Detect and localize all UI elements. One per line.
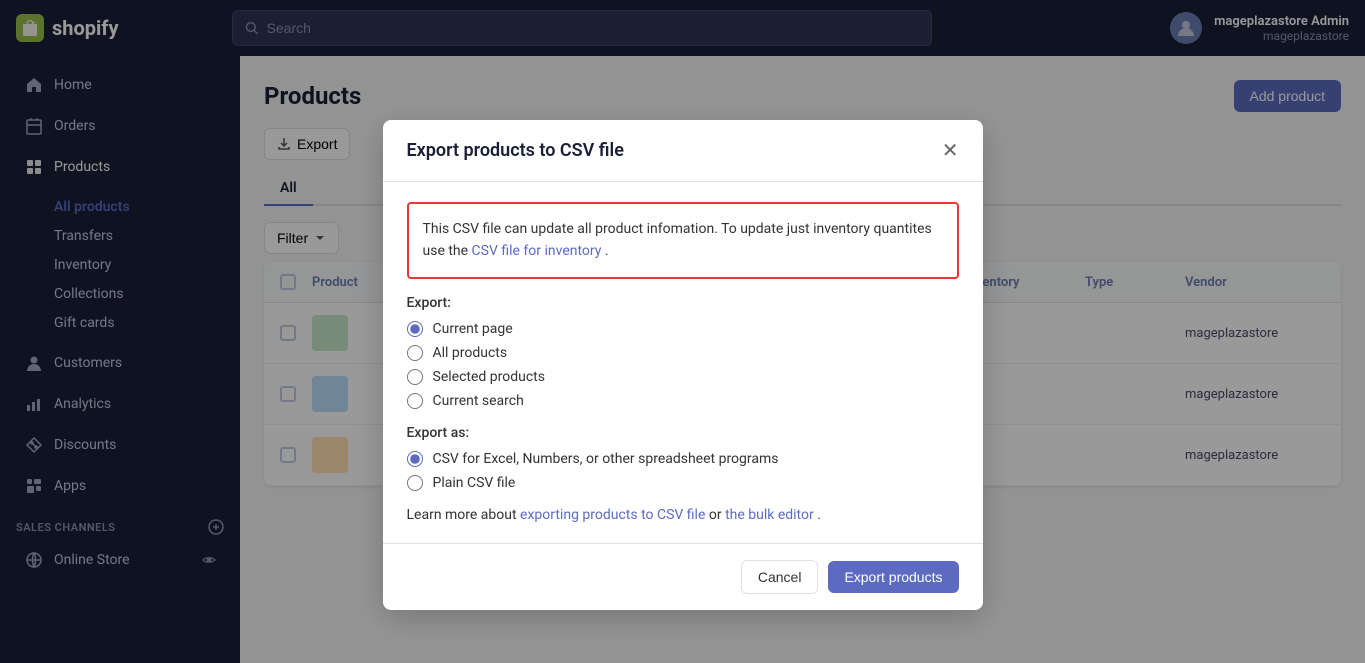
radio-current-search[interactable] bbox=[407, 393, 423, 409]
export-format-plain-csv-label: Plain CSV file bbox=[433, 475, 516, 491]
export-format-csv-excel[interactable]: CSV for Excel, Numbers, or other spreads… bbox=[407, 451, 959, 467]
modal-close-button[interactable]: ✕ bbox=[942, 141, 959, 161]
cancel-button[interactable]: Cancel bbox=[741, 560, 819, 594]
export-option-current-page[interactable]: Current page bbox=[407, 321, 959, 337]
export-scope-section: Export: Current page All products Select… bbox=[407, 295, 959, 409]
radio-all-products[interactable] bbox=[407, 345, 423, 361]
export-format-radio-group: CSV for Excel, Numbers, or other spreads… bbox=[407, 451, 959, 491]
modal-title: Export products to CSV file bbox=[407, 140, 624, 161]
radio-plain-csv[interactable] bbox=[407, 475, 423, 491]
radio-csv-excel[interactable] bbox=[407, 451, 423, 467]
export-products-button[interactable]: Export products bbox=[828, 561, 958, 593]
learn-more-export-link[interactable]: exporting products to CSV file bbox=[520, 507, 705, 523]
export-modal: Export products to CSV file ✕ This CSV f… bbox=[383, 120, 983, 610]
modal-header: Export products to CSV file ✕ bbox=[383, 120, 983, 182]
export-option-selected-products-label: Selected products bbox=[433, 369, 545, 385]
info-box: This CSV file can update all product inf… bbox=[407, 202, 959, 279]
radio-selected-products[interactable] bbox=[407, 369, 423, 385]
export-option-current-search-label: Current search bbox=[433, 393, 524, 409]
export-option-current-page-label: Current page bbox=[433, 321, 513, 337]
modal-overlay[interactable]: Export products to CSV file ✕ This CSV f… bbox=[0, 0, 1365, 663]
modal-footer: Cancel Export products bbox=[383, 543, 983, 610]
modal-body: This CSV file can update all product inf… bbox=[383, 182, 983, 543]
info-suffix: . bbox=[605, 243, 609, 259]
export-option-current-search[interactable]: Current search bbox=[407, 393, 959, 409]
export-option-all-products[interactable]: All products bbox=[407, 345, 959, 361]
export-format-plain-csv[interactable]: Plain CSV file bbox=[407, 475, 959, 491]
radio-current-page[interactable] bbox=[407, 321, 423, 337]
export-option-selected-products[interactable]: Selected products bbox=[407, 369, 959, 385]
export-option-all-products-label: All products bbox=[433, 345, 508, 361]
learn-more-bulk-editor-link[interactable]: the bulk editor bbox=[725, 507, 814, 523]
learn-more: Learn more about exporting products to C… bbox=[407, 507, 959, 523]
export-format-section: Export as: CSV for Excel, Numbers, or ot… bbox=[407, 425, 959, 491]
export-scope-radio-group: Current page All products Selected produ… bbox=[407, 321, 959, 409]
csv-inventory-link[interactable]: CSV file for inventory bbox=[472, 243, 602, 259]
export-scope-label: Export: bbox=[407, 295, 959, 311]
export-format-csv-excel-label: CSV for Excel, Numbers, or other spreads… bbox=[433, 451, 779, 467]
export-format-label: Export as: bbox=[407, 425, 959, 441]
